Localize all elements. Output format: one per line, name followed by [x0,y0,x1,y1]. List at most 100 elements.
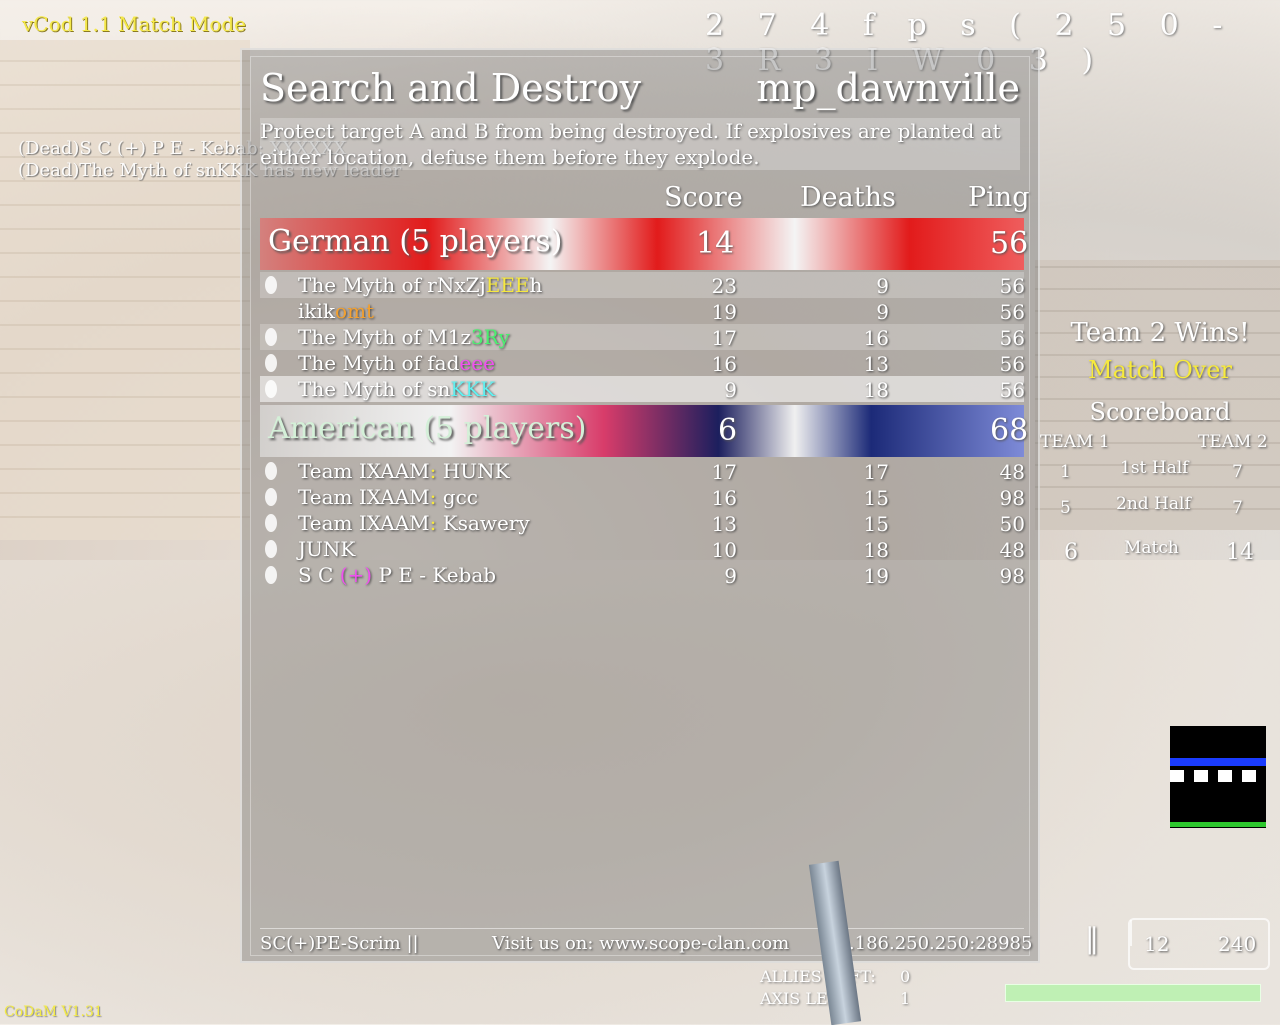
team-header-german: German (5 players) 14 56 [260,218,1028,270]
half1-team1: 1 [1060,462,1071,482]
player-row[interactable]: Team IXAAM: Ksawery 13 15 50 [260,510,1025,536]
match-team1: 6 [1064,540,1078,565]
mod-version: CoDaM V1.31 [4,1004,103,1020]
half2-team2: 7 [1232,498,1243,518]
background-wall-left [0,40,250,540]
player-deaths: 17 [863,460,889,484]
ammo-divider [1130,920,1132,946]
team-header-american: American (5 players) 6 68 [260,405,1028,457]
player-ping: 48 [999,460,1025,484]
match-status: Match Over [1088,356,1232,384]
team-ping: 56 [990,226,1029,261]
scoreboard-footer: SC(+)PE-Scrim || Visit us on: www.scope-… [260,928,1032,954]
ammo-reserve: 240 [1218,932,1257,956]
objective-text: Protect target A and B from being destro… [260,118,1020,170]
player-ping: 98 [999,564,1025,588]
player-list-german: The Myth of rNxZjEEEh 23 9 56 ikikomt 19… [260,272,1025,402]
ammo-counter: 12 240 [1128,918,1270,970]
minimap-ground [1170,822,1266,827]
summary-grid: TEAM 1 TEAM 2 1 1st Half 7 5 2nd Half 7 … [1040,426,1280,566]
player-status-icon [265,540,277,558]
summary-title: Scoreboard [1089,398,1231,426]
player-name: Team IXAAM: gcc [298,485,478,509]
team-score: 14 [696,226,735,261]
team-name: American (5 players) [268,411,587,446]
player-score: 16 [711,486,737,510]
gametype-title: Search and Destroy [260,66,641,110]
player-row[interactable]: The Myth of M1z3Ry 17 16 56 [260,324,1025,350]
team-score: 6 [718,413,738,448]
player-deaths: 13 [863,352,889,376]
player-deaths: 9 [876,300,889,324]
ammo-bullets-icon: ‖ [1085,922,1099,955]
player-name: JUNK [298,537,356,561]
player-score: 16 [711,352,737,376]
player-score: 9 [724,564,737,588]
player-status-icon [265,514,277,532]
player-name: Team IXAAM: Ksawery [298,511,530,535]
player-score: 19 [711,300,737,324]
player-status-icon [265,328,277,346]
player-row[interactable]: Team IXAAM: HUNK 17 17 48 [260,458,1025,484]
player-score: 13 [711,512,737,536]
visit-link[interactable]: Visit us on: www.scope-clan.com [492,933,789,954]
player-status-icon [265,462,277,480]
player-ping: 56 [999,352,1025,376]
player-status-icon [265,566,277,584]
player-score: 17 [711,460,737,484]
player-row-selected[interactable]: The Myth of snKKK 9 18 56 [260,376,1025,402]
player-deaths: 15 [863,486,889,510]
player-score: 17 [711,326,737,350]
player-row[interactable]: The Myth of fadeee 16 13 56 [260,350,1025,376]
player-ping: 56 [999,274,1025,298]
player-ping: 56 [999,378,1025,402]
player-name: Team IXAAM: HUNK [298,459,510,483]
player-name: The Myth of rNxZjEEEh [298,273,543,297]
half1-team2: 7 [1232,462,1243,482]
player-ping: 50 [999,512,1025,536]
player-ping: 98 [999,486,1025,510]
map-name: mp_dawnville [756,66,1020,110]
player-name: S C (+) P E - Kebab [298,563,497,587]
match-result: Team 2 Wins! [1070,318,1250,348]
column-deaths: Deaths [800,182,896,213]
player-ping: 56 [999,300,1025,324]
player-deaths: 19 [863,564,889,588]
scoreboard-panel: Search and Destroy mp_dawnville Protect … [240,48,1040,963]
player-status-icon [265,354,277,372]
player-ping: 56 [999,326,1025,350]
player-score: 9 [724,378,737,402]
half2-team1: 5 [1060,498,1071,518]
player-ping: 48 [999,538,1025,562]
player-row[interactable]: ikikomt 19 9 56 [260,298,1025,324]
player-status-icon [265,488,277,506]
compass-minimap [1170,726,1266,828]
match-team2: 14 [1226,540,1254,565]
match-label: Match [1124,538,1179,558]
column-ping: Ping [968,182,1030,213]
player-deaths: 18 [863,378,889,402]
player-row[interactable]: Team IXAAM: gcc 16 15 98 [260,484,1025,510]
minimap-band [1170,758,1266,766]
player-row[interactable]: S C (+) P E - Kebab 9 19 98 [260,562,1025,588]
player-deaths: 16 [863,326,889,350]
player-name: The Myth of fadeee [298,351,495,375]
player-score: 10 [711,538,737,562]
player-status-icon [265,276,277,294]
player-row[interactable]: JUNK 10 18 48 [260,536,1025,562]
health-bar [1005,984,1261,1002]
half2-label: 2nd Half [1116,494,1191,514]
player-score: 23 [711,274,737,298]
player-row[interactable]: The Myth of rNxZjEEEh 23 9 56 [260,272,1025,298]
scoreboard-header: Search and Destroy mp_dawnville [260,66,1020,110]
server-name: SC(+)PE-Scrim || [260,933,419,954]
player-deaths: 9 [876,274,889,298]
team2-header: TEAM 2 [1198,432,1268,452]
team-name: German (5 players) [268,224,563,259]
server-ip: 31.186.250.250:28985 [826,933,1033,954]
minimap-markers [1170,770,1266,782]
player-status-icon [265,380,277,398]
player-deaths: 15 [863,512,889,536]
player-deaths: 18 [863,538,889,562]
player-name: ikikomt [298,299,375,323]
